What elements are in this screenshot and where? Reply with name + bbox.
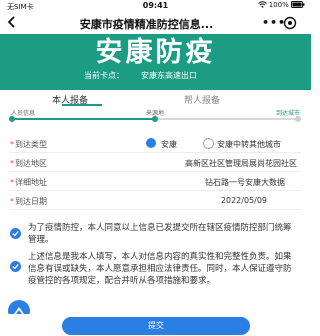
wifi-icon (257, 1, 267, 8)
required-mark: * (10, 178, 14, 187)
consent-privacy-text: 为了疫情防控，本人同意以上信息已发提交所在辖区疫情防控部门统筹管理。 (28, 223, 292, 245)
arrival-area-value[interactable]: 高新区社区管理局展尚花园社区 (185, 158, 297, 169)
address-label: *详细地址 (10, 178, 47, 187)
consent-privacy-checkbox[interactable] (10, 228, 21, 239)
check-icon (12, 263, 19, 270)
tab-help-report[interactable]: 帮人报备 (184, 93, 220, 106)
step-dot (152, 116, 158, 122)
active-tab-indicator (62, 104, 102, 106)
consent-declaration-checkbox[interactable] (10, 261, 21, 272)
checkpoint-label: 当前卡点： (84, 71, 124, 80)
required-mark: * (10, 159, 14, 168)
arrival-area-row[interactable]: *到达地区 高新区社区管理局展尚花园社区 (0, 155, 311, 172)
step-dot (295, 116, 301, 122)
address-input[interactable]: 钻石路一号安康大数据 (205, 177, 285, 188)
checkpoint-value: 安康东高速出口 (141, 71, 197, 80)
banner-title: 安康防疫 (95, 37, 216, 68)
required-mark: * (10, 197, 14, 206)
status-bar: 无SIM卡 09:41 100% (0, 0, 311, 13)
back-icon[interactable] (6, 16, 18, 28)
required-mark: * (10, 140, 14, 149)
progress-fill (10, 118, 156, 120)
arrival-type-label: *到达类型 (10, 140, 47, 149)
banner: 安康防疫 当前卡点： 安康东高速出口 (0, 34, 311, 90)
radio-ankang-selected[interactable] (146, 138, 156, 148)
submit-button[interactable]: 提交 (62, 317, 250, 335)
divider (10, 209, 301, 210)
radio-transfer[interactable] (203, 138, 214, 149)
radio-ankang-label[interactable]: 安康 (161, 139, 177, 150)
divider (10, 190, 301, 191)
arrival-date-row[interactable]: *到达日期 2022/05/09 (0, 193, 311, 210)
address-row[interactable]: *详细地址 钻石路一号安康大数据 (0, 174, 311, 191)
divider (10, 152, 301, 153)
check-icon (12, 230, 19, 237)
step-progress: 人员信息 来源地 到达城市 (0, 107, 311, 125)
arrival-date-value[interactable]: 2022/05/09 (221, 196, 267, 205)
arrival-type-row: *到达类型 安康 安康中转其他城市 (0, 136, 311, 153)
consent-declaration-text: 上述信息是我本人填写，本人对信息内容的真实性和完整性负责。如果信息有误或缺失，本… (28, 252, 292, 286)
close-miniprogram-icon[interactable] (283, 16, 297, 30)
battery-icon (291, 1, 305, 8)
navbar: 安康市疫情精准防控信息... ••• (0, 13, 311, 34)
arrival-area-label: *到达地区 (10, 159, 47, 168)
step-label-person: 人员信息 (11, 110, 36, 117)
battery-indicator: 100% (257, 1, 305, 9)
step-dot (9, 116, 15, 122)
page-title: 安康市疫情精准防控信息... (79, 18, 214, 31)
divider (10, 171, 301, 172)
radio-transfer-label[interactable]: 安康中转其他城市 (217, 139, 281, 150)
arrival-date-label: *到达日期 (10, 197, 47, 206)
report-tabs: 本人报备 帮人报备 (0, 90, 311, 107)
battery-percent: 100% (268, 1, 289, 9)
bottom-bar: 提交 (0, 314, 311, 336)
